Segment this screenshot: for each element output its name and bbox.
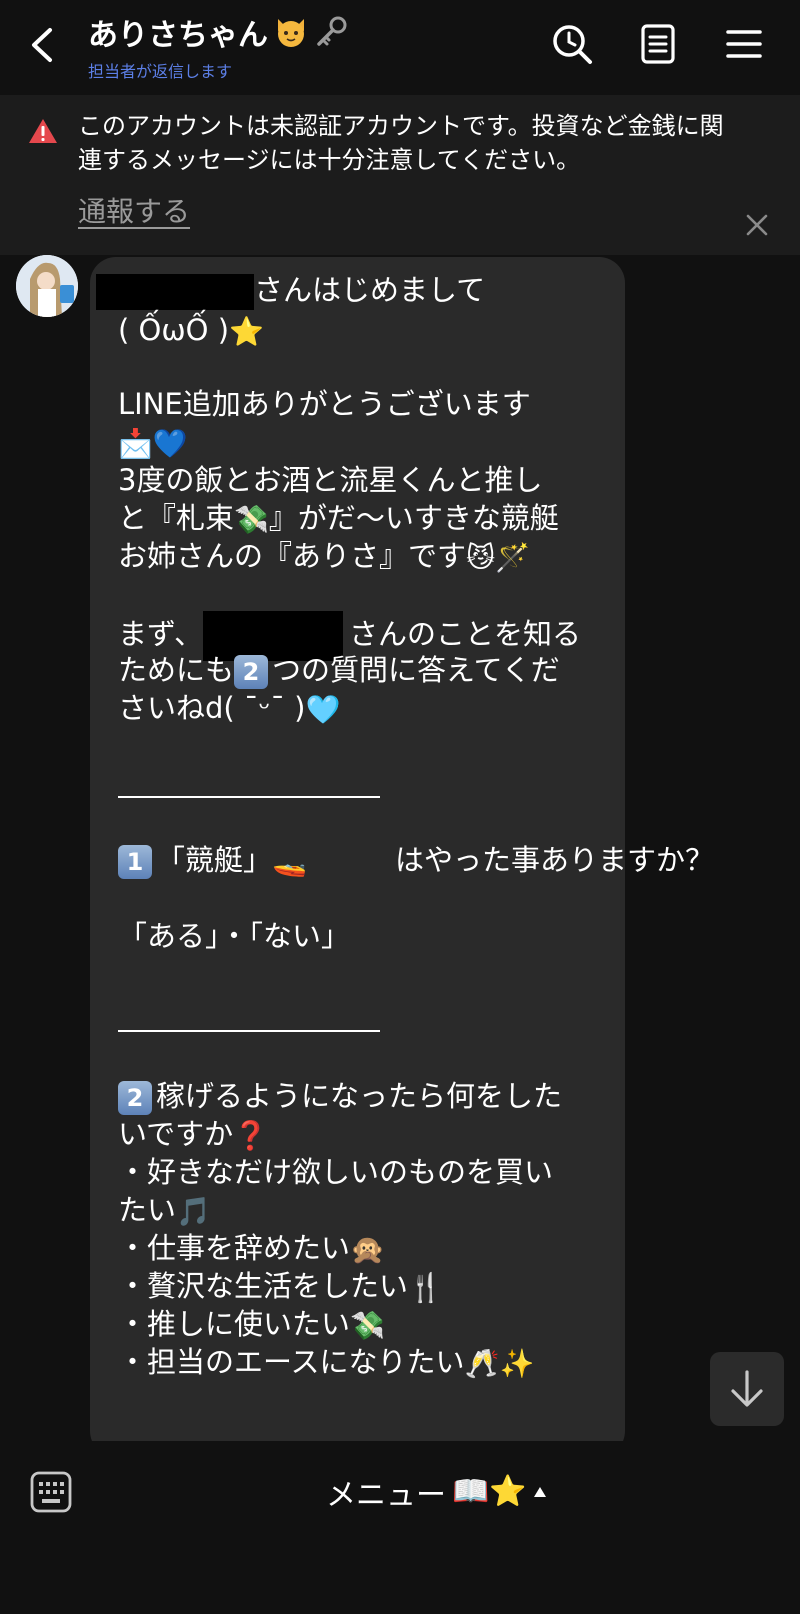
message-line: さいねd( ¯ᵕ¯ )🩵: [118, 691, 341, 726]
scroll-to-bottom-button[interactable]: [710, 1352, 784, 1426]
hamburger-icon: [726, 30, 762, 58]
message-line: たい🎵: [118, 1193, 211, 1228]
message-line: ・担当のエースになりたい🥂✨: [118, 1345, 535, 1380]
message-bubble[interactable]: さんはじめまして ( ỐωỐ )⭐ LINE追加ありがとうございます 📩💙 3度…: [90, 257, 714, 1441]
keyboard-button[interactable]: [30, 1471, 72, 1513]
keycap-2-icon: 2: [118, 1081, 152, 1115]
message-line: 「ある」・「ない」: [118, 919, 351, 953]
blue-heart-icon: 💙: [152, 427, 188, 460]
message-line: ためにも 2 つの質問に答えてくだ: [118, 653, 560, 689]
chat-header: ありさちゃん 担当者が返信します: [0, 0, 800, 95]
message-line: 2 稼げるようになったら何をした: [118, 1077, 562, 1115]
message-line: ・仕事を辞めたい🙊: [118, 1231, 385, 1266]
search-icon: [553, 25, 592, 64]
report-link[interactable]: 通報する: [78, 190, 190, 230]
redacted-name: [96, 274, 254, 310]
key-icon: [317, 16, 347, 46]
message-line: 📩💙: [118, 423, 188, 461]
banner-message: このアカウントは未認証アカウントです。投資など金銭に関連するメッセージには十分注…: [78, 112, 724, 174]
magic-wand-icon: 🪄: [495, 541, 531, 574]
keycap-1-icon: 1: [118, 845, 152, 879]
chevron-left-icon: [32, 28, 52, 62]
chat-subtitle: 担当者が返信します: [88, 62, 233, 81]
message-line: いですか❓: [118, 1117, 269, 1152]
search-button[interactable]: [550, 22, 594, 66]
message-line: さんはじめまして: [96, 271, 485, 310]
light-blue-heart-icon: 🩵: [305, 693, 341, 726]
message-line: 1 「競艇」🚤: [118, 841, 307, 879]
menu-label: メニュー: [326, 1478, 446, 1513]
chat-title: ありさちゃん: [88, 18, 268, 53]
chat-area[interactable]: さんはじめまして ( ỐωỐ )⭐ LINE追加ありがとうございます 📩💙 3度…: [0, 255, 800, 1441]
envelope-icon: 📩: [118, 427, 153, 460]
chat-title-block[interactable]: ありさちゃん 担当者が返信します: [88, 10, 348, 82]
message-line: ・推しに使いたい💸: [118, 1307, 385, 1342]
keycap-2-icon: 2: [234, 655, 269, 689]
money-with-wings-icon: 💸: [350, 1309, 385, 1342]
message-line: ( ỐωỐ )⭐: [118, 313, 264, 348]
speak-no-evil-monkey-icon: 🙊: [350, 1233, 385, 1266]
bottom-menu-bar: メニュー 📖⭐: [0, 1441, 800, 1614]
avatar[interactable]: [16, 255, 78, 317]
notes-button[interactable]: [636, 22, 680, 66]
speedboat-icon: 🚤: [272, 845, 307, 878]
message-line: お姉さんの『ありさ』です😼🪄: [118, 539, 531, 574]
message-line: ・贅沢な生活をしたい🍴: [118, 1269, 443, 1304]
divider: [118, 1030, 380, 1032]
champagne-glasses-icon: 🥂: [464, 1347, 500, 1380]
question-mark-icon: ❓: [233, 1119, 269, 1152]
book-star-icon: 📖⭐: [452, 1474, 527, 1509]
divider: [118, 796, 380, 798]
sparkles-icon: ✨: [499, 1347, 535, 1380]
keyboard-icon: [30, 1471, 72, 1513]
triangle-up-icon: [533, 1487, 546, 1497]
warning-icon: [29, 119, 57, 143]
menu-button[interactable]: [722, 22, 766, 66]
close-icon[interactable]: [742, 210, 772, 240]
message-line: ・好きなだけ欲しいのものを買い: [118, 1155, 554, 1189]
cat-face-icon: [278, 19, 304, 47]
money-with-wings-icon: 💸: [234, 503, 269, 536]
note-icon: [641, 24, 675, 64]
fork-knife-icon: 🍴: [408, 1271, 443, 1304]
message-line: はやった事ありますか？: [395, 843, 715, 877]
avatar-image: [16, 255, 78, 317]
message-line: と『札束💸』がだ〜いすきな競艇: [118, 501, 559, 536]
music-note-icon: 🎵: [176, 1195, 211, 1228]
unverified-account-banner: このアカウントは未認証アカウントです。投資など金銭に関連するメッセージには十分注…: [0, 95, 800, 255]
arrow-down-icon: [731, 1370, 763, 1407]
rich-menu-toggle[interactable]: メニュー 📖⭐: [326, 1467, 547, 1517]
star-icon: ⭐: [229, 315, 264, 348]
message-line: LINE追加ありがとうございます: [118, 387, 531, 421]
message-line: 3度の飯とお酒と流星くんと推し: [118, 463, 543, 497]
smirk-cat-icon: 😼: [466, 541, 496, 574]
back-button[interactable]: [24, 20, 64, 70]
